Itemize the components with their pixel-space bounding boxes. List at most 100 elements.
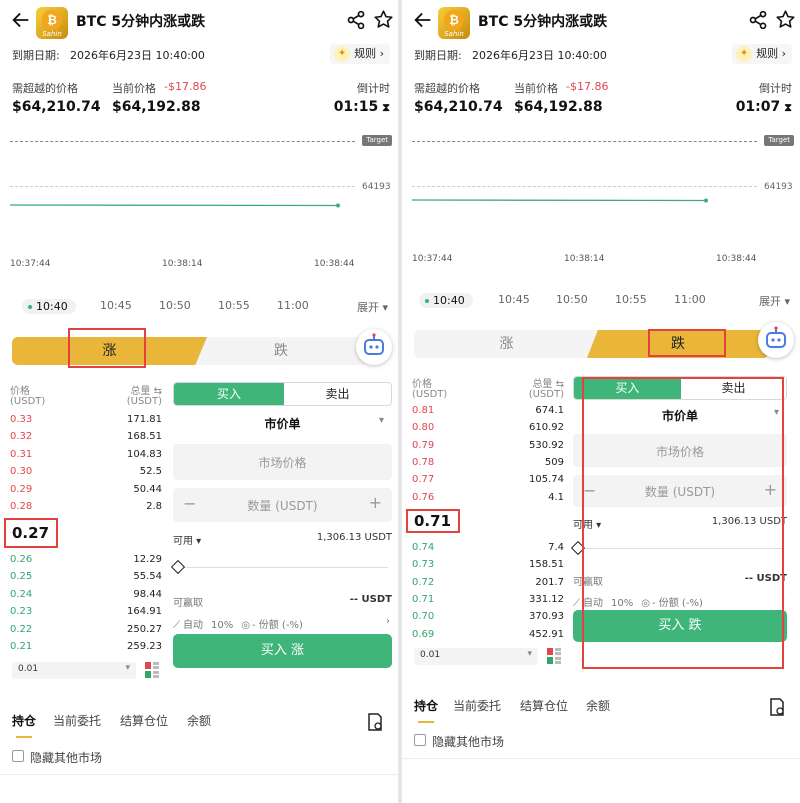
bid-price[interactable]: 0.25 — [10, 571, 32, 582]
timeline-item[interactable]: 10:55 — [218, 299, 250, 312]
book-qty-header: 总量 ⇆ — [532, 379, 564, 390]
share-label: - 份额 (-%) — [251, 620, 303, 631]
timeline-item[interactable]: 10:40 — [22, 299, 76, 314]
bottom-tab[interactable]: 余额 — [586, 697, 610, 714]
bottom-divider — [402, 758, 800, 759]
star-icon[interactable] — [775, 9, 796, 30]
buy-submit-button[interactable]: 买入 涨 — [173, 634, 392, 668]
hide-markets-label: 隐藏其他市场 — [432, 735, 505, 749]
star-icon[interactable] — [373, 9, 394, 30]
winnable-label: 可赢取 — [173, 598, 203, 609]
timeline-label: 10:40 — [433, 294, 465, 307]
grid-icon[interactable] — [144, 661, 160, 679]
active-dot — [425, 299, 429, 303]
tab-up-label: 涨 — [499, 336, 514, 352]
precision-value: 0.01 — [18, 664, 39, 674]
book-price-header: 价格 — [412, 379, 432, 390]
ask-price[interactable]: 0.30 — [10, 466, 32, 477]
sell-toggle[interactable]: 卖出 — [284, 383, 391, 405]
expand-button[interactable]: 展开 ▾ — [357, 299, 388, 315]
quantity-placeholder: 数量 (USDT) — [247, 499, 318, 513]
bid-price[interactable]: 0.23 — [10, 606, 32, 617]
back-arrow-icon[interactable] — [412, 9, 434, 31]
share-icon[interactable] — [748, 10, 768, 30]
timeline-item[interactable]: 10:45 — [100, 299, 132, 312]
ask-price[interactable]: 0.32 — [10, 431, 32, 442]
bottom-tab[interactable]: 当前委托 — [53, 712, 101, 729]
bid-qty: 250.27 — [127, 623, 162, 635]
countdown-value: 01:07 — [735, 99, 781, 115]
timeline-item[interactable]: 10:50 — [556, 293, 588, 306]
tab-down[interactable]: 跌 — [195, 337, 367, 365]
robot-icon[interactable] — [758, 322, 794, 358]
ask-price[interactable]: 0.78 — [412, 457, 434, 468]
chart-time-label: 10:37:44 — [412, 254, 453, 264]
page-title: BTC 5分钟内涨或跌 — [478, 14, 608, 30]
grid-icon[interactable] — [546, 647, 562, 665]
ask-price[interactable]: 0.81 — [412, 405, 434, 416]
document-icon[interactable] — [367, 713, 383, 731]
timeline-item[interactable]: 10:45 — [498, 293, 530, 306]
available-label[interactable]: 可用 ▾ — [173, 532, 201, 547]
buy-toggle[interactable]: 买入 — [174, 383, 284, 405]
order-type-label: 市价单 — [264, 417, 301, 431]
hide-markets-checkbox[interactable] — [414, 734, 426, 746]
bottom-tab[interactable]: 结算仓位 — [120, 712, 168, 729]
ask-qty: 2.8 — [146, 501, 162, 512]
share-icon[interactable] — [346, 10, 366, 30]
precision-select[interactable]: 0.01 ▾ — [12, 662, 136, 679]
document-icon[interactable] — [769, 698, 785, 716]
book-price-unit: (USDT) — [10, 396, 46, 407]
ask-price[interactable]: 0.77 — [412, 474, 434, 485]
book-price-header: 价格 — [10, 386, 30, 397]
target-price-label: 需超越的价格 — [414, 82, 480, 95]
tab-up[interactable]: 涨 — [414, 330, 599, 358]
ask-price[interactable]: 0.29 — [10, 484, 32, 495]
bid-qty: 201.7 — [535, 576, 564, 588]
hide-markets-checkbox[interactable] — [12, 750, 24, 762]
bid-price[interactable]: 0.73 — [412, 559, 434, 570]
precision-select[interactable]: 0.01 ▾ — [414, 648, 538, 665]
ask-price[interactable]: 0.76 — [412, 492, 434, 503]
back-arrow-icon[interactable] — [10, 9, 32, 31]
bid-price[interactable]: 0.21 — [10, 641, 32, 652]
ask-price[interactable]: 0.28 — [10, 501, 32, 512]
target-tag: Target — [362, 135, 392, 146]
order-type-select[interactable]: 市价单 ▾ — [173, 412, 392, 434]
bid-price[interactable]: 0.69 — [412, 629, 434, 640]
expand-button[interactable]: 展开 ▾ — [759, 293, 790, 309]
bid-price[interactable]: 0.26 — [10, 554, 32, 565]
timeline-item[interactable]: 11:00 — [277, 299, 309, 312]
winnable-value: -- USDT — [349, 594, 392, 605]
rules-button[interactable]: ✦ 规则 › — [330, 44, 390, 64]
timeline-label: 11:00 — [277, 299, 309, 312]
bid-price[interactable]: 0.71 — [412, 594, 434, 605]
highlight-tab — [68, 328, 146, 368]
quantity-stepper[interactable]: − 数量 (USDT) + — [173, 488, 392, 522]
bid-price[interactable]: 0.72 — [412, 577, 434, 588]
slider-handle[interactable] — [170, 559, 186, 575]
bottom-tab[interactable]: 当前委托 — [453, 697, 501, 714]
bottom-tab[interactable]: 持仓 — [12, 712, 36, 729]
right-screenshot-panel: ₿ Sahin BTC 5分钟内涨或跌 到期日期: 2026年6月23日 10:40:0… — [402, 0, 800, 803]
ask-price[interactable]: 0.31 — [10, 449, 32, 460]
bid-price[interactable]: 0.70 — [412, 611, 434, 622]
timeline-item[interactable]: 10:40 — [419, 293, 473, 308]
bid-price[interactable]: 0.24 — [10, 589, 32, 600]
ask-price[interactable]: 0.80 — [412, 422, 434, 433]
bid-price[interactable]: 0.74 — [412, 542, 434, 553]
timeline-item[interactable]: 10:55 — [615, 293, 647, 306]
robot-icon[interactable] — [356, 329, 392, 365]
bid-price[interactable]: 0.22 — [10, 624, 32, 635]
bottom-tab[interactable]: 余额 — [187, 712, 211, 729]
timeline-item[interactable]: 11:00 — [674, 293, 706, 306]
timeline-item[interactable]: 10:50 — [159, 299, 191, 312]
ask-price[interactable]: 0.33 — [10, 414, 32, 425]
ask-price[interactable]: 0.79 — [412, 440, 434, 451]
rules-button[interactable]: ✦ 规则 › — [732, 44, 792, 64]
auto-label: 自动 — [183, 620, 203, 631]
bottom-tab[interactable]: 持仓 — [414, 697, 438, 714]
bottom-tab[interactable]: 结算仓位 — [520, 697, 568, 714]
plus-button[interactable]: + — [369, 493, 382, 512]
countdown: 01:07 ⧗ — [736, 99, 792, 115]
